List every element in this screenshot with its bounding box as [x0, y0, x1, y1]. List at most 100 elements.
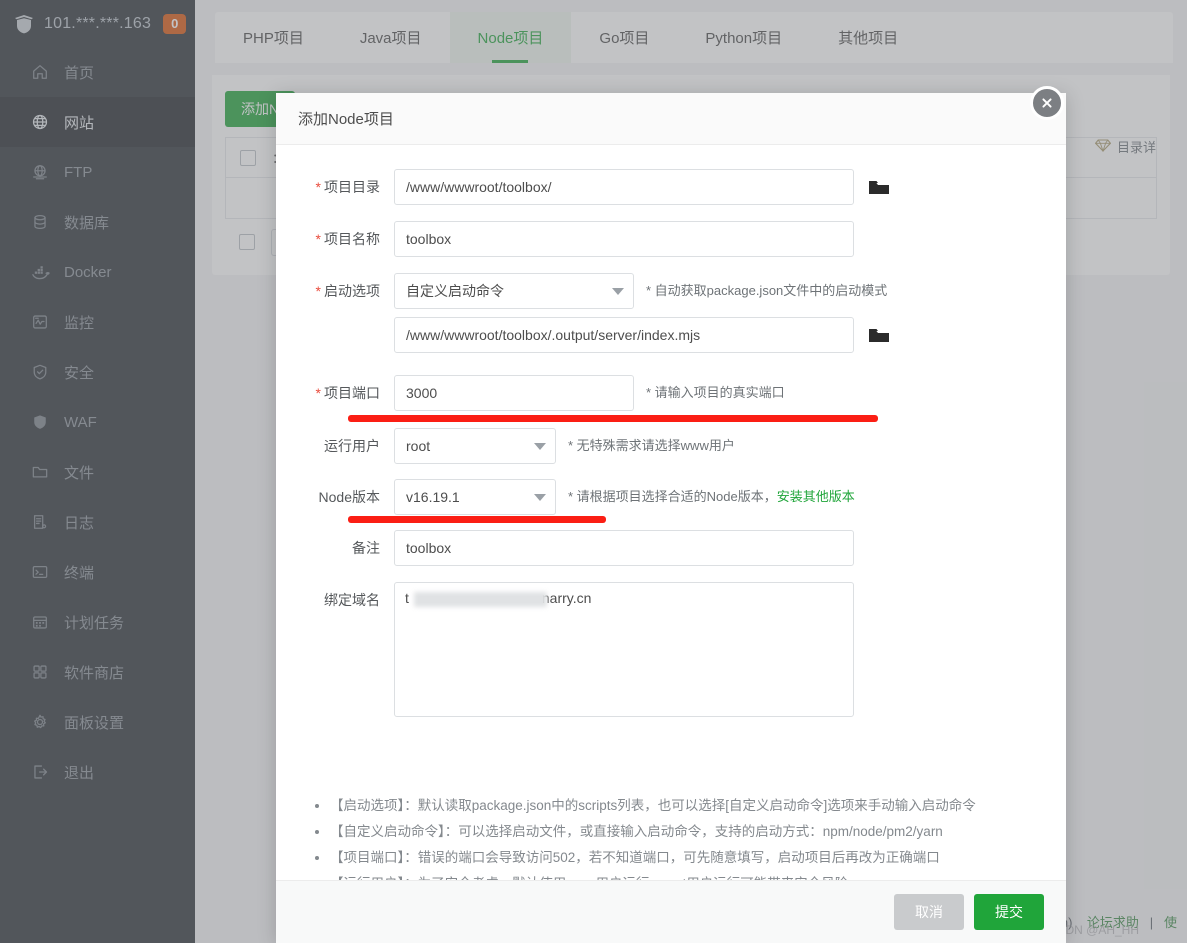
bind-domain-wrapper: t narry.cn — [394, 582, 854, 720]
node-version-select[interactable]: v16.19.1 — [394, 479, 556, 515]
logout-icon — [30, 762, 50, 782]
remark-input[interactable] — [394, 530, 854, 566]
grid-icon — [30, 662, 50, 682]
dialog-header: 添加Node项目 — [276, 93, 1066, 145]
sidebar-item-12[interactable]: 软件商店 — [0, 647, 195, 697]
globe-icon — [30, 112, 50, 132]
annotation-underline-start-command — [348, 415, 878, 422]
node-version-hint: * 请根据项目选择合适的Node版本，安装其他版本 — [568, 479, 855, 515]
tab-3[interactable]: Go项目 — [571, 12, 677, 63]
tab-4[interactable]: Python项目 — [677, 12, 810, 63]
node-version-hint-text: * 请根据项目选择合适的Node版本， — [568, 489, 777, 504]
help-tip-item: 【运行用户】：为了安全考虑，默认使用www用户运行，root用户运行可能带来安全… — [330, 871, 1066, 880]
field-project-port: *项目端口 * 请输入项目的真实端口 — [276, 375, 1066, 411]
sidebar-item-11[interactable]: 计划任务 — [0, 597, 195, 647]
project-dir-browse-icon[interactable] — [868, 169, 890, 205]
row-checkbox[interactable] — [239, 234, 255, 250]
start-command-label-spacer — [276, 317, 394, 353]
sidebar-item-label: Docker — [64, 263, 112, 281]
sidebar-item-9[interactable]: 日志 — [0, 497, 195, 547]
tab-label: Node项目 — [477, 30, 544, 47]
install-other-version-link[interactable]: 安装其他版本 — [777, 489, 855, 504]
help-tips: 【启动选项】：默认读取package.json中的scripts列表，也可以选择… — [276, 793, 1066, 880]
field-project-name: * 项目名称 — [276, 221, 1066, 257]
project-name-label-text: 项目名称 — [324, 231, 380, 247]
tab-label: Java项目 — [359, 30, 422, 47]
sidebar-item-label: 软件商店 — [64, 664, 125, 682]
sidebar-item-4[interactable]: Docker — [0, 247, 195, 297]
log-icon — [30, 512, 50, 532]
start-option-label-text: 启动选项 — [324, 283, 380, 299]
sidebar-item-label: 计划任务 — [64, 614, 125, 632]
sidebar-item-label: FTP — [64, 163, 93, 181]
monitor-icon — [30, 312, 50, 332]
sidebar: 101.***.***.163 0 首页 网站 FTP 数据库 Docker 监控 安全 WA… — [0, 0, 195, 943]
project-name-input[interactable] — [394, 221, 854, 257]
sidebar-item-0[interactable]: 首页 — [0, 47, 195, 97]
project-name-label: * 项目名称 — [276, 221, 394, 257]
annotation-underline-run-user — [348, 516, 606, 523]
run-user-label: 运行用户 — [324, 438, 380, 454]
sidebar-item-7[interactable]: WAF — [0, 397, 195, 447]
tab-1[interactable]: Java项目 — [332, 12, 450, 63]
sidebar-item-label: 退出 — [64, 764, 95, 782]
sidebar-item-2[interactable]: FTP — [0, 147, 195, 197]
required-asterisk: * — [315, 385, 321, 401]
help-tip-item: 【启动选项】：默认读取package.json中的scripts列表，也可以选择… — [330, 793, 1066, 819]
sidebar-item-label: 终端 — [64, 564, 95, 582]
field-remark: 备注 — [276, 530, 1066, 566]
dialog-footer: 取消 提交 — [276, 880, 1066, 943]
start-command-browse-icon[interactable] — [868, 317, 890, 353]
sidebar-item-3[interactable]: 数据库 — [0, 197, 195, 247]
dialog-title: 添加Node项目 — [298, 111, 394, 128]
sidebar-item-8[interactable]: 文件 — [0, 447, 195, 497]
tab-5[interactable]: 其他项目 — [810, 12, 926, 63]
cancel-button[interactable]: 取消 — [894, 894, 964, 930]
close-icon[interactable] — [1030, 86, 1064, 120]
remark-label: 备注 — [352, 540, 380, 556]
help-tip-item: 【项目端口】：错误的端口会导致访问502，若不知道端口，可先随意填写，启动项目后… — [330, 845, 1066, 871]
ftp-globe-icon — [30, 162, 50, 182]
folder-icon — [30, 462, 50, 482]
sidebar-item-13[interactable]: 面板设置 — [0, 697, 195, 747]
sidebar-item-1[interactable]: 网站 — [0, 97, 195, 147]
help-tip-item: 【自定义启动命令】：可以选择启动文件，或直接输入启动命令，支持的启动方式：npm… — [330, 819, 1066, 845]
start-option-select-wrapper: 自定义启动命令 — [394, 273, 634, 309]
field-project-dir: * 项目目录 — [276, 169, 1066, 205]
run-user-select[interactable]: root — [394, 428, 556, 464]
database-icon — [30, 212, 50, 232]
select-all-checkbox[interactable] — [240, 149, 256, 166]
terminal-icon — [30, 562, 50, 582]
footer-separator: | — [1149, 915, 1154, 930]
start-option-hint: * 自动获取package.json文件中的启动模式 — [646, 283, 888, 298]
add-node-project-dialog: 添加Node项目 *项目目录 *项目名称 — [276, 93, 1066, 943]
required-asterisk: * — [315, 231, 321, 247]
field-bind-domain: 绑定域名 t narry.cn — [276, 582, 1066, 720]
field-node-version: Node版本 v16.19.1 * 请根据项目选择合适的Node版本，安装其他版… — [276, 479, 1066, 515]
start-command-input[interactable] — [394, 317, 854, 353]
start-option-select[interactable]: 自定义启动命令 — [394, 273, 634, 309]
sidebar-item-label: 数据库 — [64, 214, 110, 232]
sidebar-nav: 首页 网站 FTP 数据库 Docker 监控 安全 WAF 文件日志终端计划任务软件商店面板设… — [0, 47, 195, 797]
tab-2[interactable]: Node项目 — [449, 12, 572, 63]
field-run-user: 运行用户 root * 无特殊需求请选择www用户 — [276, 428, 1066, 464]
gear-icon — [30, 712, 50, 732]
bind-domain-textarea[interactable] — [394, 582, 854, 717]
submit-button[interactable]: 提交 — [974, 894, 1044, 930]
home-icon — [30, 62, 50, 82]
project-type-tabs: PHP项目 Java项目 Node项目 Go项目 Python项目 其他项目 — [215, 12, 1173, 63]
footer-use-link[interactable]: 使 — [1164, 915, 1177, 930]
sidebar-item-label: 日志 — [64, 514, 95, 532]
project-port-input[interactable] — [394, 375, 634, 411]
notification-badge[interactable]: 0 — [163, 13, 187, 34]
shield-check-icon — [30, 362, 50, 382]
sidebar-item-10[interactable]: 终端 — [0, 547, 195, 597]
tab-0[interactable]: PHP项目 — [215, 12, 332, 63]
field-start-command — [276, 317, 1066, 353]
sidebar-item-14[interactable]: 退出 — [0, 747, 195, 797]
sidebar-item-5[interactable]: 监控 — [0, 297, 195, 347]
sidebar-item-6[interactable]: 安全 — [0, 347, 195, 397]
run-user-hint: * 无特殊需求请选择www用户 — [568, 438, 735, 453]
field-start-option: * 启动选项 自定义启动命令 * 自动获取package.json文件中的启动模式 — [276, 273, 1066, 309]
project-dir-input[interactable] — [394, 169, 854, 205]
